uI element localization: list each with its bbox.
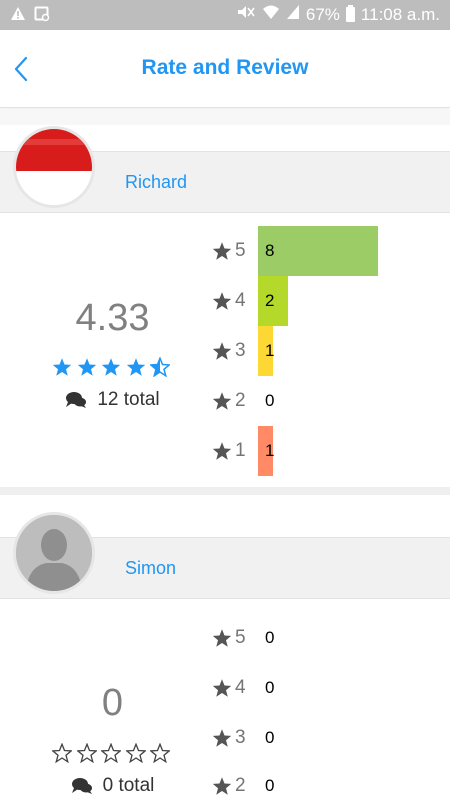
status-bar: 67% 11:08 a.m. xyxy=(0,0,450,30)
star-icon xyxy=(212,442,232,460)
person-icon xyxy=(16,515,92,591)
rating-stars xyxy=(52,743,170,765)
comments-icon xyxy=(66,392,87,408)
star-icon xyxy=(212,242,232,260)
star-empty-icon xyxy=(125,743,146,763)
rating-label: 2 xyxy=(212,761,246,800)
mute-icon xyxy=(236,4,256,25)
status-left xyxy=(10,6,50,22)
rating-count: 0 xyxy=(265,776,275,795)
rating-count: 0 xyxy=(265,628,275,647)
rating-stars xyxy=(52,357,170,379)
star-empty-icon xyxy=(52,743,72,763)
rating-label: 4 xyxy=(212,663,246,713)
star-half-icon xyxy=(150,357,170,377)
battery-icon xyxy=(345,5,355,22)
image-icon xyxy=(34,6,50,22)
rating-label: 4 xyxy=(212,276,246,326)
star-empty-icon xyxy=(150,743,170,763)
review-card-simon: Simon 0 0 total 5 0 4 0 3 0 2 0 xyxy=(0,495,450,800)
avatar[interactable] xyxy=(13,512,95,594)
star-empty-icon xyxy=(76,743,97,763)
warning-icon xyxy=(10,6,26,22)
total-reviews: 12 total xyxy=(0,389,225,411)
star-filled-icon xyxy=(52,358,72,376)
rating-count: 1 xyxy=(265,341,275,360)
rating-bar xyxy=(258,226,378,276)
section-gap xyxy=(0,109,450,125)
star-empty-icon xyxy=(101,743,121,763)
average-score: 4.33 xyxy=(75,297,150,339)
star-icon xyxy=(212,342,232,360)
reviewer-name: Richard xyxy=(125,172,188,192)
status-right: 67% 11:08 a.m. xyxy=(236,4,440,25)
total-label: 12 total xyxy=(97,389,160,410)
rating-count: 0 xyxy=(265,391,275,410)
rating-label: 3 xyxy=(212,326,246,376)
rating-count: 2 xyxy=(265,291,275,310)
rating-label: 1 xyxy=(212,426,246,476)
signal-icon xyxy=(286,4,300,25)
avatar[interactable] xyxy=(13,126,95,208)
flag-avatar-icon xyxy=(16,129,92,205)
average-score: 0 xyxy=(101,682,124,724)
star-filled-icon xyxy=(101,358,121,376)
total-label: 0 total xyxy=(102,775,155,796)
star-icon xyxy=(212,629,232,647)
rating-count: 1 xyxy=(265,441,275,460)
star-icon xyxy=(212,292,232,310)
rating-label: 5 xyxy=(212,226,246,276)
rating-label: 3 xyxy=(212,713,246,763)
star-filled-icon xyxy=(126,358,145,376)
battery-text: 67% xyxy=(305,4,340,24)
wifi-icon xyxy=(262,4,280,25)
comments-icon xyxy=(71,778,92,794)
star-icon xyxy=(212,777,232,795)
reviewer-name: Simon xyxy=(125,558,177,578)
app-header: Rate and Review xyxy=(0,30,450,108)
star-icon xyxy=(212,679,232,697)
star-icon xyxy=(212,392,232,410)
star-icon xyxy=(212,729,232,747)
rating-count: 0 xyxy=(265,678,275,697)
rating-count: 0 xyxy=(265,728,275,747)
page-title: Rate and Review xyxy=(141,56,309,79)
rating-label: 5 xyxy=(212,613,246,663)
rating-label: 2 xyxy=(212,376,246,426)
clock: 11:08 a.m. xyxy=(360,4,440,24)
star-filled-icon xyxy=(77,358,96,376)
rating-count: 8 xyxy=(265,241,275,260)
total-reviews: 0 total xyxy=(0,775,225,797)
review-card-richard: Richard 4.33 12 total 5 8 4 2 3 1 2 0 1 … xyxy=(0,125,450,487)
section-gap xyxy=(0,487,450,495)
